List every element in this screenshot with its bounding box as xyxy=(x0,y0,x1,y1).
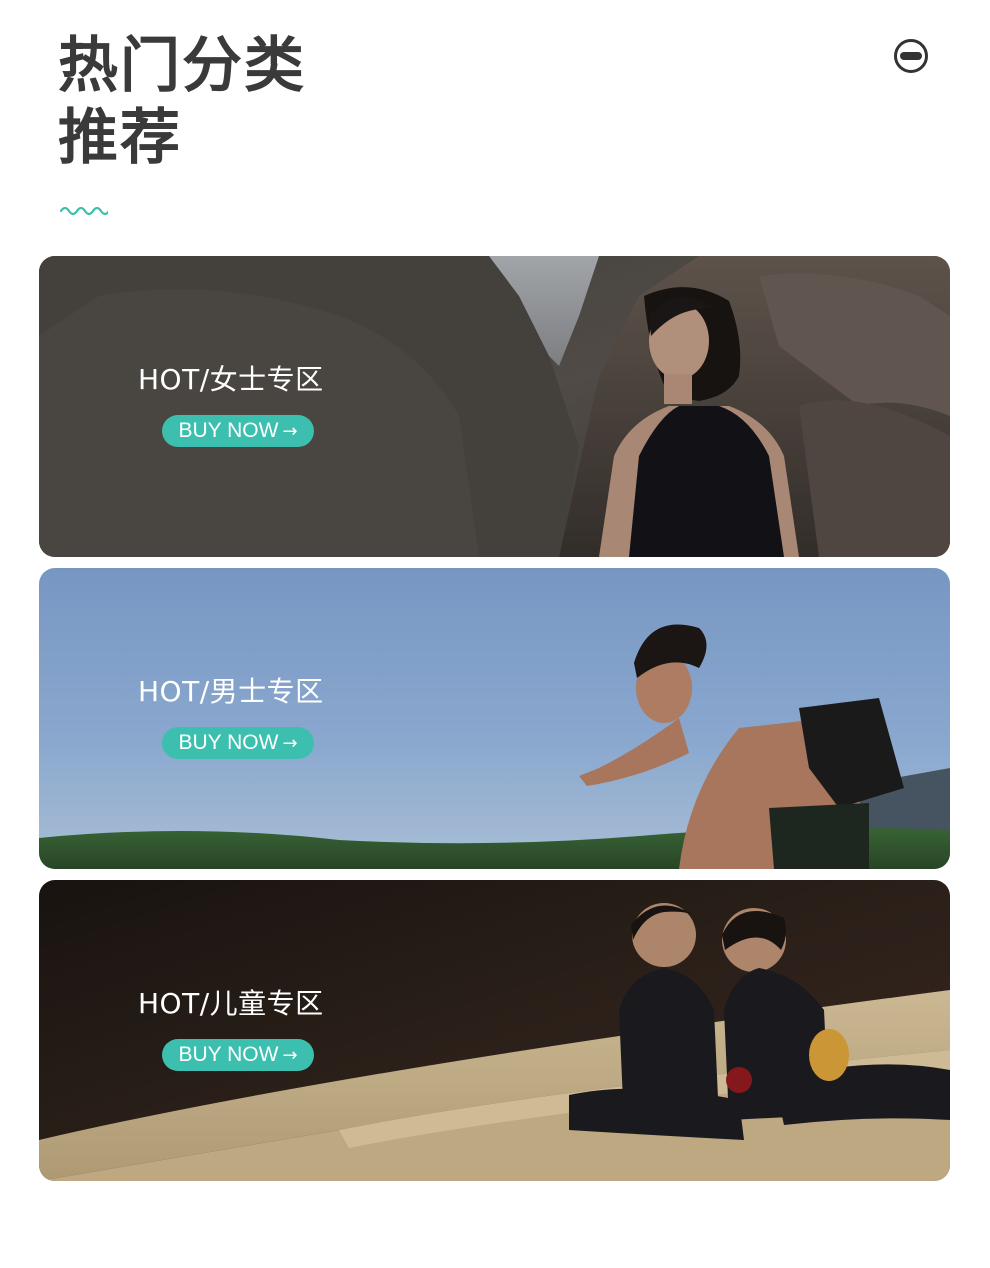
banner-title: HOT/男士专区 xyxy=(138,675,324,708)
kids-banner-photo xyxy=(39,880,950,1181)
buy-now-label: BUY NOW xyxy=(178,1043,279,1066)
arrow-right-icon: → xyxy=(282,1044,298,1066)
banner-title: HOT/女士专区 xyxy=(138,363,324,396)
banner-title: HOT/儿童专区 xyxy=(138,987,324,1020)
arrow-right-icon: → xyxy=(282,420,298,442)
arrow-right-icon: → xyxy=(282,732,298,754)
buy-now-label: BUY NOW xyxy=(178,419,279,442)
wave-icon xyxy=(60,206,108,216)
title-line-2: 推荐 xyxy=(58,103,182,173)
banner-men[interactable]: HOT/男士专区 BUY NOW → xyxy=(39,568,950,869)
buy-now-button[interactable]: BUY NOW → xyxy=(162,727,314,759)
men-banner-photo xyxy=(39,568,950,869)
buy-now-button[interactable]: BUY NOW → xyxy=(162,1039,314,1071)
banner-women[interactable]: HOT/女士专区 BUY NOW → xyxy=(39,256,950,557)
page-title: 热门分类 推荐 xyxy=(58,30,306,174)
banner-kids[interactable]: HOT/儿童专区 BUY NOW → xyxy=(39,880,950,1181)
title-line-1: 热门分类 xyxy=(58,31,306,101)
buy-now-button[interactable]: BUY NOW → xyxy=(162,415,314,447)
women-banner-photo xyxy=(39,256,950,557)
buy-now-label: BUY NOW xyxy=(178,731,279,754)
goggles-icon xyxy=(894,39,928,73)
